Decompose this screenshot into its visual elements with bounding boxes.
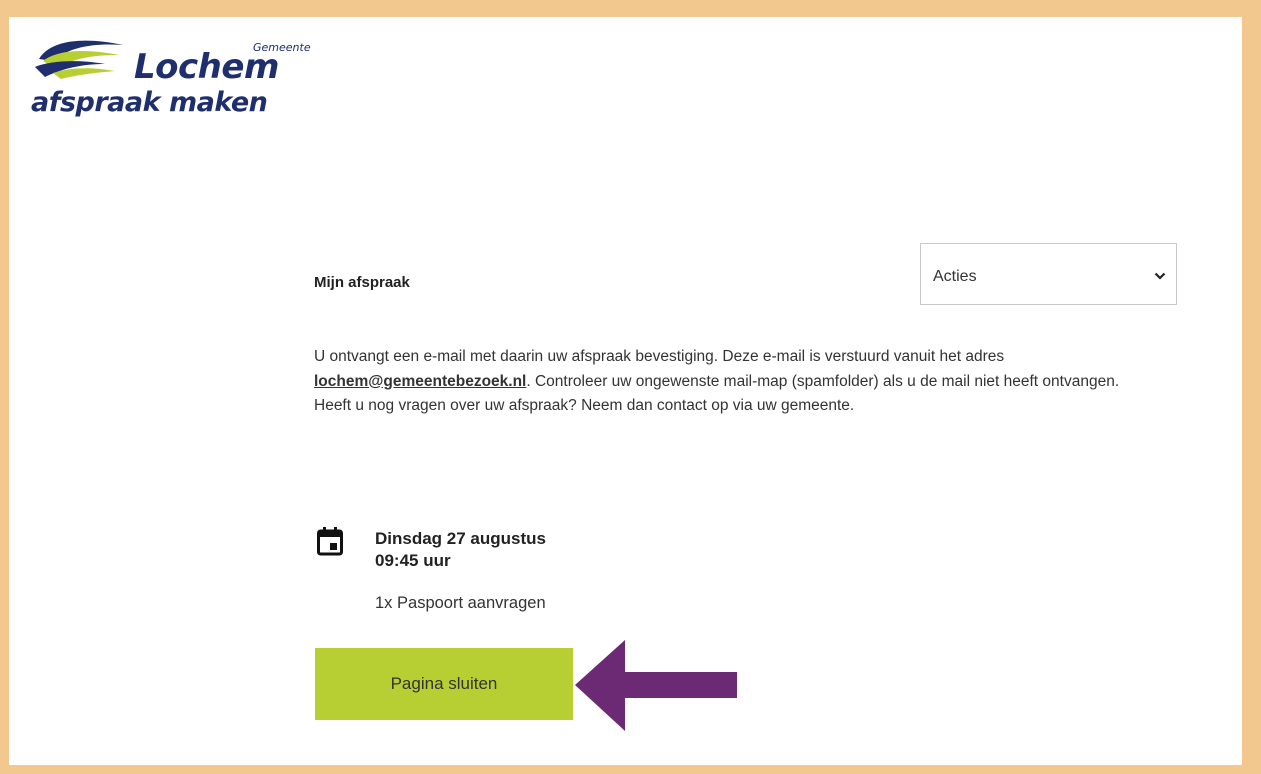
actions-select-value: Acties	[933, 268, 977, 285]
lochem-logo[interactable]: Gemeente Lochem afspraak maken	[31, 31, 321, 141]
calendar-icon	[317, 527, 343, 556]
appointment-time: 09:45 uur	[375, 551, 451, 570]
logo-tagline-text: afspraak maken	[31, 87, 268, 118]
page-title: Mijn afspraak	[314, 274, 410, 291]
info-text-3: Heeft u nog vragen over uw afspraak? Nee…	[314, 397, 855, 414]
page-content: Gemeente Lochem afspraak maken Mijn afsp…	[9, 17, 1242, 765]
lochem-swoosh-icon	[35, 40, 123, 79]
appointment-datetime: Dinsdag 27 augustus 09:45 uur	[375, 528, 546, 572]
arrow-left-icon	[575, 640, 737, 731]
logo-name-text: Lochem	[134, 47, 279, 87]
close-page-button[interactable]: Pagina sluiten	[315, 648, 573, 720]
actions-select[interactable]: Acties	[920, 243, 1177, 305]
chevron-down-icon	[1154, 272, 1166, 280]
confirmation-info: U ontvangt een e-mail met daarin uw afsp…	[314, 345, 1184, 419]
info-text-2: . Controleer uw ongewenste mail-map (spa…	[526, 372, 1120, 390]
appointment-date: Dinsdag 27 augustus	[375, 529, 546, 548]
email-link[interactable]: lochem@gemeentebezoek.nl	[314, 373, 526, 390]
appointment-service: 1x Paspoort aanvragen	[375, 594, 546, 612]
info-text-1: U ontvangt een e-mail met daarin uw afsp…	[314, 348, 1005, 365]
